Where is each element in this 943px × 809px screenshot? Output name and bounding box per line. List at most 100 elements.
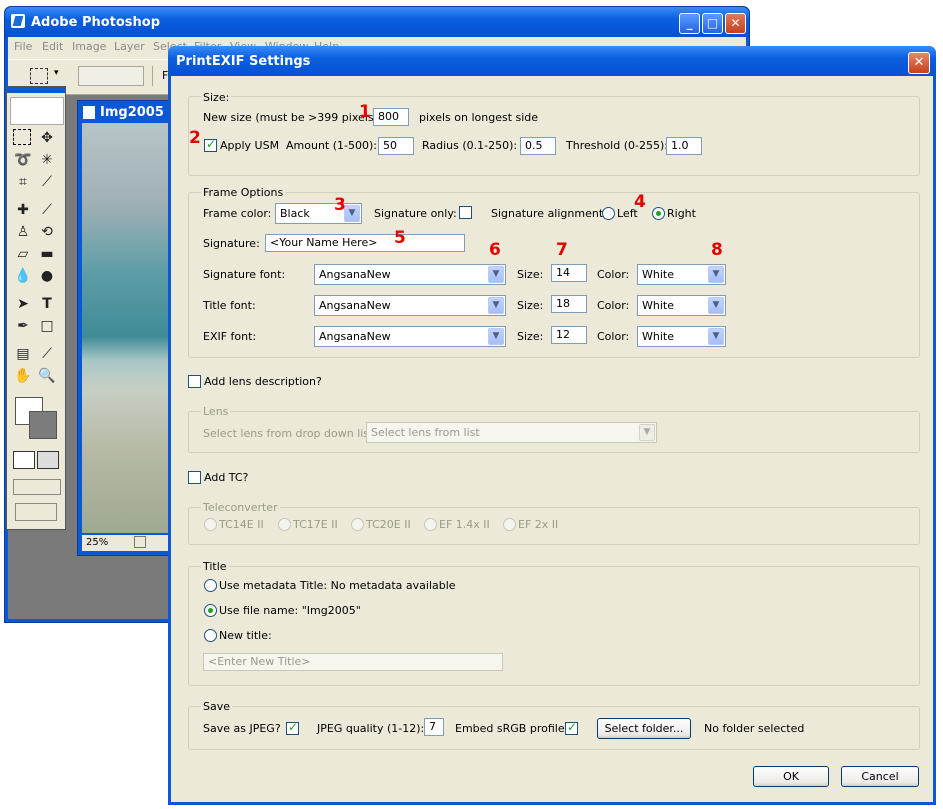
teleconverter-legend: Teleconverter [201,501,280,514]
radius-label: Radius (0.1-250): [422,139,518,152]
embed-srgb-checkbox[interactable] [565,720,578,735]
annotation-6: 6 [489,240,501,260]
lasso-tool-icon[interactable]: ➰ [13,151,33,169]
chevron-down-icon: ▼ [488,297,504,314]
marquee-tool-icon[interactable] [13,129,31,145]
menu-file[interactable]: File [14,40,32,53]
clone-stamp-tool-icon[interactable]: ♙ [13,223,33,241]
signature-size-input[interactable]: 14 [551,264,587,282]
annotation-7: 7 [556,240,568,260]
standard-mode-icon[interactable] [13,451,35,469]
history-brush-tool-icon[interactable]: ⟲ [37,223,57,241]
use-file-name-radio[interactable] [204,604,217,617]
path-selection-tool-icon[interactable]: ➤ [13,295,33,313]
healing-brush-tool-icon[interactable]: ✚ [13,201,33,219]
photoshop-logo-icon [11,14,25,28]
add-lens-checkbox[interactable] [188,375,201,388]
title-legend: Title [201,560,229,573]
amount-input[interactable]: 50 [378,137,414,155]
pen-tool-icon[interactable]: ✒ [13,317,33,335]
shape-tool-icon[interactable]: □ [37,317,57,335]
align-right-radio[interactable] [652,207,665,220]
exif-color-select[interactable]: White ▼ [637,326,726,347]
background-color-swatch[interactable] [29,411,57,439]
add-tc-checkbox[interactable] [188,471,201,484]
ef14x-radio[interactable] [424,518,437,531]
ef2x-radio[interactable] [503,518,516,531]
title-font-select[interactable]: AngsanaNew ▼ [314,295,506,316]
exif-size-input[interactable]: 12 [551,326,587,344]
select-folder-button[interactable]: Select folder... [597,718,691,739]
magic-wand-tool-icon[interactable]: ✳ [37,151,57,169]
annotation-5: 5 [394,228,406,248]
signature-font-label: Signature font: [203,268,286,281]
gradient-tool-icon[interactable]: ▬ [37,245,57,263]
new-size-input[interactable]: 800 [373,108,409,126]
image-canvas[interactable] [82,123,170,533]
hand-tool-icon[interactable]: ✋ [13,367,33,385]
notes-tool-icon[interactable]: ▤ [13,345,33,363]
exif-size-label: Size: [517,330,544,343]
signature-color-select[interactable]: White ▼ [637,264,726,285]
screen-mode-icons[interactable] [13,479,61,495]
dropdown-arrow-icon[interactable]: ▾ [54,68,59,78]
signature-only-label: Signature only: [374,207,457,220]
frame-color-select[interactable]: Black ▼ [275,203,362,224]
eyedropper-tool-icon[interactable]: ⟋ [37,345,57,363]
brush-tool-icon[interactable]: ⟋ [37,201,57,219]
photoshop-close-button[interactable]: ✕ [725,13,746,34]
radius-input[interactable]: 0.5 [520,137,556,155]
jump-to-imageready-icon[interactable] [15,503,57,521]
embed-srgb-label: Embed sRGB profile? [455,722,571,735]
slice-tool-icon[interactable]: ⟋ [37,173,57,191]
signature-size-label: Size: [517,268,544,281]
annotation-8: 8 [711,240,723,260]
jpeg-quality-input[interactable]: 7 [424,718,444,736]
signature-input[interactable]: <Your Name Here> [265,234,465,252]
align-left-radio[interactable] [602,207,615,220]
tc14e-radio[interactable] [204,518,217,531]
dialog-close-button[interactable]: ✕ [908,52,930,74]
lens-select[interactable]: Select lens from list ▼ [366,422,657,443]
chevron-down-icon: ▼ [639,424,655,441]
selection-mode-buttons[interactable] [78,66,144,86]
chevron-down-icon: ▼ [708,297,724,314]
eraser-tool-icon[interactable]: ▱ [13,245,33,263]
crop-tool-icon[interactable]: ⌗ [13,173,33,191]
apply-usm-checkbox[interactable] [204,137,217,152]
title-size-input[interactable]: 18 [551,295,587,313]
tc20e-radio[interactable] [351,518,364,531]
menu-layer[interactable]: Layer [114,40,145,53]
cancel-button[interactable]: Cancel [841,766,919,787]
zoom-level[interactable]: 25% [86,537,108,548]
status-arrow-icon[interactable] [134,536,146,548]
new-title-input[interactable]: <Enter New Title> [203,653,503,671]
menu-image[interactable]: Image [72,40,106,53]
maximize-button[interactable]: □ [702,13,723,34]
title-color-select[interactable]: White ▼ [637,295,726,316]
lens-select-label: Select lens from drop down list: [203,427,378,440]
save-jpeg-checkbox[interactable] [286,720,299,735]
exif-color-value: White [642,330,674,343]
signature-font-select[interactable]: AngsanaNew ▼ [314,264,506,285]
quick-mask-mode-icon[interactable] [37,451,59,469]
dialog-title-bar: PrintEXIF Settings ✕ [168,46,936,76]
new-title-radio[interactable] [204,629,217,642]
tc17e-radio[interactable] [278,518,291,531]
menu-edit[interactable]: Edit [42,40,63,53]
signature-only-checkbox[interactable] [459,206,472,219]
use-metadata-title-radio[interactable] [204,579,217,592]
save-legend: Save [201,700,233,713]
threshold-input[interactable]: 1.0 [666,137,702,155]
minimize-button[interactable]: _ [679,13,700,34]
chevron-down-icon: ▼ [344,205,360,222]
ok-button[interactable]: OK [753,766,829,787]
type-tool-icon[interactable]: T [37,295,57,313]
move-tool-icon[interactable]: ✥ [37,129,57,147]
zoom-tool-icon[interactable]: 🔍 [37,367,57,385]
dodge-tool-icon[interactable]: ● [37,267,57,285]
marquee-options-icon[interactable] [30,68,48,84]
annotation-1: 1 [359,102,371,122]
exif-font-select[interactable]: AngsanaNew ▼ [314,326,506,347]
blur-tool-icon[interactable]: 💧 [13,267,33,285]
